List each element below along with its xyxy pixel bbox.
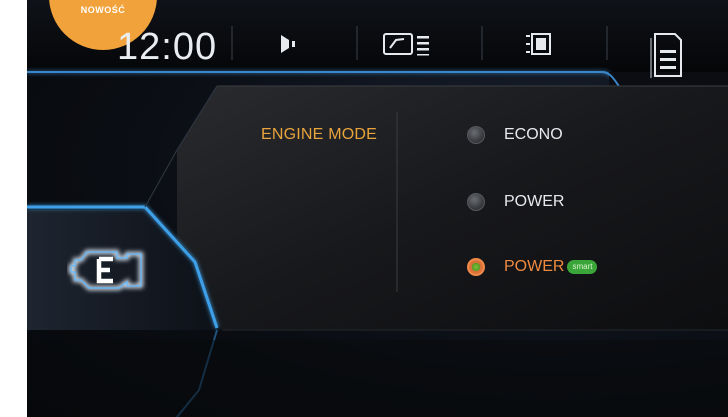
option-econo[interactable]: ECONO <box>467 126 563 144</box>
infotainment-screen: NOWOŚĆ 12:00 ENGINE MODE ECONO POWER POW… <box>27 0 728 417</box>
document-menu-icon[interactable] <box>647 30 687 80</box>
new-badge-label: NOWOŚĆ <box>80 5 126 15</box>
option-power[interactable]: POWER <box>467 193 564 211</box>
engine-mode-title: ENGINE MODE <box>261 126 377 143</box>
option-power-smart[interactable]: POWER smart <box>467 258 598 276</box>
radio-power-smart[interactable] <box>467 258 485 276</box>
radio-power[interactable] <box>467 193 485 211</box>
gauge-list-icon[interactable] <box>382 30 442 58</box>
clock-time: 12:00 <box>117 26 218 68</box>
smart-tag: smart <box>567 260 598 274</box>
engine-icon[interactable] <box>67 242 149 298</box>
option-power-smart-label: POWER <box>504 258 565 275</box>
option-power-label: POWER <box>504 193 565 210</box>
audio-icon[interactable] <box>279 32 305 56</box>
screen-icon[interactable] <box>524 31 554 57</box>
option-econo-label: ECONO <box>504 126 563 143</box>
radio-econo[interactable] <box>467 126 485 144</box>
